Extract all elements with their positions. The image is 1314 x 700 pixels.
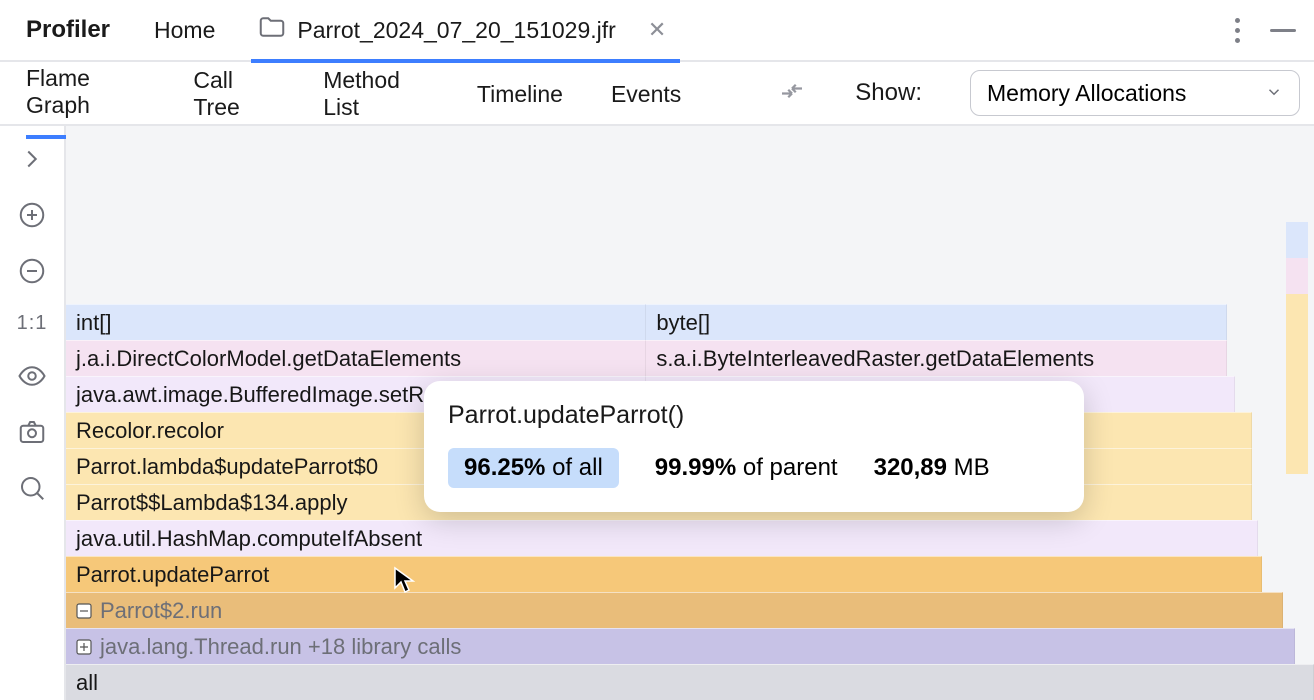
flame-sliver[interactable] [1286, 222, 1308, 258]
tab-timeline[interactable]: Timeline [477, 81, 563, 124]
flame-frame[interactable]: all [66, 664, 1314, 700]
show-metric-select[interactable]: Memory Allocations [970, 70, 1300, 116]
title-bar: Profiler Home Parrot_2024_07_20_151029.j… [0, 0, 1314, 62]
left-tool-strip: 1:1 [0, 126, 66, 700]
flame-row: Parrot.updateParrot [66, 556, 1314, 592]
expand-icon[interactable] [17, 144, 47, 174]
chevron-down-icon [1265, 80, 1283, 107]
flame-frame[interactable]: Parrot$2.run [66, 592, 1283, 628]
flame-row: java.lang.Thread.run +18 library calls [66, 628, 1314, 664]
flame-frame[interactable]: j.a.i.DirectColorModel.getDataElements [66, 340, 646, 376]
file-tab[interactable]: Parrot_2024_07_20_151029.jfr ✕ [251, 1, 680, 63]
tooltip-pct-of-all: 96.25% of all [448, 448, 619, 488]
frame-tooltip: Parrot.updateParrot() 96.25% of all 99.9… [424, 381, 1084, 512]
preview-icon[interactable] [17, 361, 47, 391]
flame-row: int[] byte[] [66, 304, 1314, 340]
show-metric-value: Memory Allocations [987, 80, 1186, 107]
flame-frame[interactable]: int[] [66, 304, 646, 340]
flame-frame[interactable]: java.lang.Thread.run +18 library calls [66, 628, 1295, 664]
search-icon[interactable] [17, 473, 47, 503]
flame-frame-label: Parrot.updateParrot [76, 562, 269, 588]
zoom-actual-size[interactable]: 1:1 [17, 312, 48, 335]
tooltip-size: 320,89 MB [874, 454, 990, 482]
flame-frame-label: Parrot$2.run [100, 598, 222, 624]
view-toolbar: Flame Graph Call Tree Method List Timeli… [0, 62, 1314, 126]
flame-row: all [66, 664, 1314, 700]
tab-events[interactable]: Events [611, 81, 681, 124]
flame-row: j.a.i.DirectColorModel.getDataElements s.… [66, 340, 1314, 376]
flame-frame-label: byte[] [656, 310, 710, 336]
flame-row: java.util.HashMap.computeIfAbsent [66, 520, 1314, 556]
flame-frame-label: Recolor.recolor [76, 418, 224, 444]
flame-frame-label: j.a.i.DirectColorModel.getDataElements [76, 346, 461, 372]
screenshot-icon[interactable] [17, 417, 47, 447]
flame-frame-label: Parrot$$Lambda$134.apply [76, 490, 348, 516]
mouse-cursor-icon [393, 566, 417, 599]
show-label: Show: [855, 79, 922, 107]
tooltip-pct-of-parent: 99.99% of parent [655, 454, 838, 482]
kebab-menu-icon[interactable] [1235, 18, 1240, 43]
close-icon[interactable]: ✕ [648, 17, 666, 43]
flame-row: Parrot$2.run [66, 592, 1314, 628]
folder-icon [257, 12, 287, 48]
flame-frame-label: java.lang.Thread.run +18 library calls [100, 634, 461, 660]
flame-frame-label: int[] [76, 310, 111, 336]
flame-frame-label: s.a.i.ByteInterleavedRaster.getDataEleme… [656, 346, 1094, 372]
expand-node-icon[interactable] [76, 639, 92, 655]
flame-frame-label: java.awt.image.BufferedImage.setRGB [76, 382, 456, 408]
flame-frame[interactable]: java.util.HashMap.computeIfAbsent [66, 520, 1258, 556]
flame-frame[interactable]: s.a.i.ByteInterleavedRaster.getDataEleme… [646, 340, 1226, 376]
collapse-node-icon[interactable] [76, 603, 92, 619]
zoom-in-icon[interactable] [17, 200, 47, 230]
flame-frame-label: Parrot.lambda$updateParrot$0 [76, 454, 378, 480]
home-tab[interactable]: Home [154, 17, 215, 44]
zoom-out-icon[interactable] [17, 256, 47, 286]
focus-callees-icon[interactable] [777, 76, 807, 111]
flame-sliver[interactable] [1286, 258, 1308, 294]
minimize-icon[interactable] [1270, 29, 1296, 32]
flame-frame[interactable]: Parrot.updateParrot [66, 556, 1262, 592]
flame-frame-label: all [76, 670, 98, 696]
tooltip-title: Parrot.updateParrot() [448, 401, 1056, 430]
file-tab-label: Parrot_2024_07_20_151029.jfr [297, 17, 615, 44]
flame-frame-label: java.util.HashMap.computeIfAbsent [76, 526, 422, 552]
flame-graph-area[interactable]: int[] byte[] j.a.i.DirectColorModel.getDat… [66, 126, 1314, 700]
flame-frame[interactable]: byte[] [646, 304, 1226, 340]
app-title: Profiler [26, 16, 110, 44]
